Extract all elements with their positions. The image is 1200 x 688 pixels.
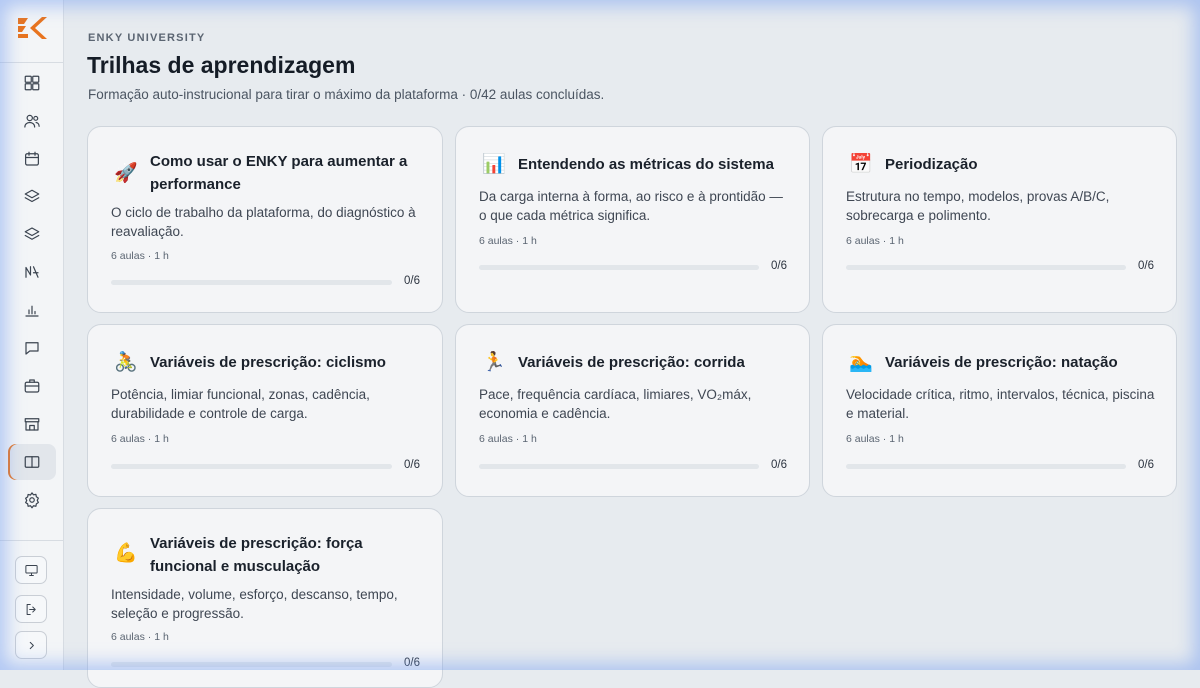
progress-bar (479, 265, 759, 270)
stack-icon (24, 227, 40, 240)
progress-label: 0/6 (771, 260, 787, 272)
sidebar-item-briefcase[interactable] (8, 368, 56, 404)
section-eyebrow: ENKY UNIVERSITY (88, 32, 206, 44)
page-title: Trilhas de aprendizagem (87, 52, 356, 78)
sidebar-item-stack[interactable] (8, 216, 56, 252)
track-description: Da carga interna à forma, ao risco e à p… (479, 189, 783, 223)
sidebar-item-layers[interactable] (8, 179, 56, 215)
chevron-right-icon (29, 641, 34, 649)
sidebar-item-messages[interactable] (8, 330, 56, 366)
page-subtitle: Formação auto-instrucional para tirar o … (88, 87, 605, 102)
track-description: Estrutura no tempo, modelos, provas A/B/… (846, 189, 1110, 223)
track-card[interactable]: 🏃 Variáveis de prescrição: corrida Pace,… (455, 324, 810, 497)
track-meta: 6 aulas · 1 h (111, 433, 169, 445)
progress-label: 0/6 (771, 459, 787, 471)
track-title: Variáveis de prescrição: corrida (518, 354, 745, 371)
sidebar-item-university[interactable] (8, 444, 56, 480)
briefcase-icon (24, 379, 40, 393)
sidebar-item-settings[interactable] (8, 482, 56, 518)
track-description: Potência, limiar funcional, zonas, cadên… (111, 387, 370, 421)
track-meta: 6 aulas · 1 h (111, 250, 169, 262)
chat-icon (25, 342, 39, 355)
rocket-icon: 🚀 (114, 163, 138, 184)
progress-bar (111, 280, 392, 285)
track-card[interactable]: 💪 Variáveis de prescrição: força funcion… (87, 508, 443, 688)
logout-icon (26, 603, 36, 615)
track-title: Variáveis de prescrição: ciclismo (150, 354, 386, 371)
sidebar-item-users[interactable] (8, 103, 56, 139)
track-title: Variáveis de prescrição: natação (885, 354, 1118, 371)
calendar-icon (25, 151, 39, 166)
sidebar-item-trend[interactable] (8, 254, 56, 290)
store-icon (24, 418, 40, 431)
enky-logo-icon[interactable] (14, 14, 50, 42)
biceps-icon: 💪 (114, 543, 138, 564)
users-icon (24, 114, 40, 128)
track-card[interactable]: 🚴 Variáveis de prescrição: ciclismo Potê… (87, 324, 443, 497)
progress-bar (846, 265, 1126, 270)
track-card[interactable]: 🏊 Variáveis de prescrição: natação Veloc… (822, 324, 1177, 497)
track-meta: 6 aulas · 1 h (846, 433, 904, 445)
calendar-emoji-icon: 📅 (849, 154, 873, 175)
track-title: Variáveis de prescrição: força funcional… (150, 535, 363, 575)
dashboard-icon (24, 75, 40, 91)
runner-icon: 🏃 (482, 352, 506, 373)
track-title: Como usar o ENKY para aumentar a perform… (150, 153, 408, 193)
sidebar-item-dashboard[interactable] (8, 65, 56, 101)
track-title: Entendendo as métricas do sistema (518, 156, 774, 173)
logout-button[interactable] (15, 595, 47, 623)
monitor-icon (24, 564, 38, 576)
track-title: Periodização (885, 156, 978, 173)
display-mode-button[interactable] (15, 556, 47, 584)
divider (0, 62, 64, 63)
sidebar-item-calendar[interactable] (8, 141, 56, 177)
trend-icon (25, 266, 39, 278)
book-icon (24, 456, 40, 468)
progress-bar (111, 464, 392, 469)
divider (0, 540, 64, 541)
progress-label: 0/6 (1138, 260, 1154, 272)
progress-bar (111, 662, 392, 667)
sidebar-item-store[interactable] (8, 406, 56, 442)
track-meta: 6 aulas · 1 h (111, 631, 169, 643)
track-card[interactable]: 🚀 Como usar o ENKY para aumentar a perfo… (87, 126, 443, 313)
cyclist-icon: 🚴 (114, 352, 138, 373)
bar-chart-emoji-icon: 📊 (482, 154, 506, 175)
progress-label: 0/6 (1138, 459, 1154, 471)
bar-chart-icon (25, 305, 39, 317)
track-meta: 6 aulas · 1 h (479, 235, 537, 247)
track-description: Velocidade crítica, ritmo, intervalos, t… (846, 387, 1155, 421)
track-meta: 6 aulas · 1 h (846, 235, 904, 247)
swimmer-icon: 🏊 (849, 352, 873, 373)
sidebar (0, 0, 64, 670)
track-card[interactable]: 📊 Entendendo as métricas do sistema Da c… (455, 126, 810, 313)
track-description: Pace, frequência cardíaca, limiares, VO₂… (479, 387, 752, 421)
progress-bar (846, 464, 1126, 469)
gear-icon (25, 492, 39, 509)
track-meta: 6 aulas · 1 h (479, 433, 537, 445)
progress-label: 0/6 (404, 459, 420, 471)
progress-bar (479, 464, 759, 469)
track-card[interactable]: 📅 Periodização Estrutura no tempo, model… (822, 126, 1177, 313)
progress-label: 0/6 (404, 657, 420, 669)
expand-sidebar-button[interactable] (15, 631, 47, 659)
track-description: O ciclo de trabalho da plataforma, do di… (111, 205, 416, 239)
layers-icon (24, 189, 40, 203)
progress-label: 0/6 (404, 275, 420, 287)
track-description: Intensidade, volume, esforço, descanso, … (111, 587, 398, 621)
sidebar-item-stats[interactable] (8, 292, 56, 328)
